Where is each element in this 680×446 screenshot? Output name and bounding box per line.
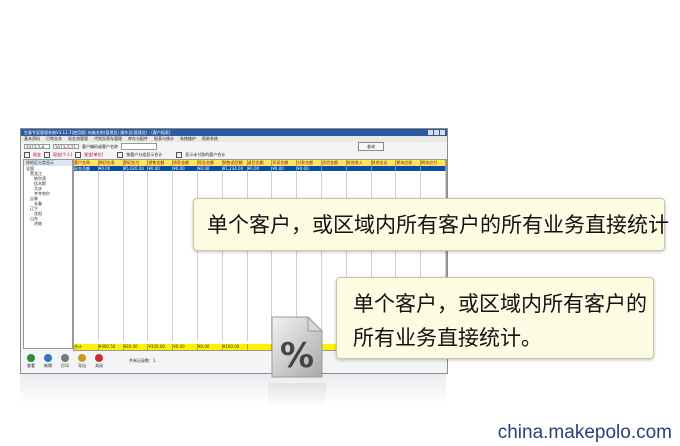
print-icon <box>61 353 69 362</box>
date-from-input[interactable]: 2013-7-8 <box>24 144 50 149</box>
button-label: 查看 <box>27 362 35 368</box>
filter-label: 现金 <box>33 151 41 157</box>
option-label: 按客户分组显示合计 <box>126 151 163 157</box>
filter-checkbox[interactable] <box>75 151 82 158</box>
callout-text-line1: 单个客户，或区域内所有客户的 <box>353 292 647 316</box>
customer-label: 客户编码或客户名称 <box>82 143 118 149</box>
button-label: 关闭 <box>95 362 103 368</box>
close-button[interactable]: 关闭 <box>92 353 106 369</box>
export-button[interactable]: 导出 <box>75 353 89 369</box>
button-label: 打印 <box>61 362 69 368</box>
option-checkbox[interactable] <box>176 151 183 158</box>
filter-label: 现金[个人] <box>53 151 73 157</box>
filter-checkbox[interactable] <box>24 151 30 158</box>
grid-total-cell: ¥100.00 <box>223 344 248 350</box>
callout-text-line2: 所有业务直接统计。 <box>353 326 542 350</box>
grid-total-cell: ¥320.00 <box>148 344 174 350</box>
close-icon[interactable] <box>440 130 445 135</box>
app-titlebar: 生意专家管理系统V3.11.7(使用版) 电脑名称(管理员) 操作员(管理员) … <box>21 129 447 136</box>
option-checkbox[interactable] <box>117 151 124 158</box>
status-text: 共有记录数：1 <box>129 358 156 363</box>
button-label: 新增 <box>44 362 52 368</box>
percent-file-icon: % <box>271 315 324 378</box>
screenshot-reflection <box>20 374 446 404</box>
percent-symbol: % <box>280 336 314 376</box>
percent-icon-reflection <box>268 383 326 407</box>
button-label: 导出 <box>78 362 86 368</box>
option-label: 显示未付款的客户合计 <box>185 151 226 157</box>
minimize-icon[interactable] <box>428 130 433 135</box>
window-controls <box>428 130 445 135</box>
grid-total-cell: ¥490.50 <box>99 344 124 350</box>
tree-item[interactable]: 济南 <box>24 221 72 226</box>
app-title: 生意专家管理系统V3.11.7(使用版) 电脑名称(管理员) 操作员(管理员) … <box>24 130 171 135</box>
date-to-input[interactable]: 2013-7-22 <box>53 144 79 149</box>
power-icon <box>95 353 103 362</box>
watermark-text: china.makepolo.com <box>497 422 672 443</box>
date-toolbar: 2013-7-8 2013-7-22 客户编码或客户名称 查询 <box>21 142 447 151</box>
add-button[interactable]: 新增 <box>41 353 55 369</box>
callout-box-primary: 单个客户，或区域内所有客户的所有业务直接统计 <box>193 198 669 251</box>
maximize-icon[interactable] <box>434 130 439 135</box>
grid-total-cell: ¥0.00 <box>173 344 198 350</box>
query-button[interactable]: 查询 <box>358 142 384 151</box>
grid-total-cell: ¥0.00 <box>198 344 223 350</box>
view-icon <box>27 353 35 362</box>
export-icon <box>78 353 86 362</box>
region-tree: 按地区分类显示 全国 黑龙江 哈尔滨 佳木斯 大庆 齐齐哈尔 吉林 长春 辽宁 … <box>23 159 73 349</box>
view-button[interactable]: 查看 <box>24 353 38 369</box>
grid-total-cell: 合计 <box>74 344 99 350</box>
print-button[interactable]: 打印 <box>58 353 72 369</box>
customer-input[interactable] <box>121 143 157 150</box>
callout-box-secondary: 单个客户，或区域内所有客户的 所有业务直接统计。 <box>336 277 654 359</box>
filter-toolbar: 现金 现金[个人] 现金[单位] 按客户分组显示合计 显示未付款的客户合计 <box>21 151 447 158</box>
grid-total-cell: ¥20.00 <box>124 344 149 350</box>
callout-text: 单个客户，或区域内所有客户的所有业务直接统计 <box>207 213 669 237</box>
add-icon <box>44 353 52 362</box>
filter-checkbox[interactable] <box>44 151 50 158</box>
filter-label: 现金[单位] <box>84 151 104 157</box>
